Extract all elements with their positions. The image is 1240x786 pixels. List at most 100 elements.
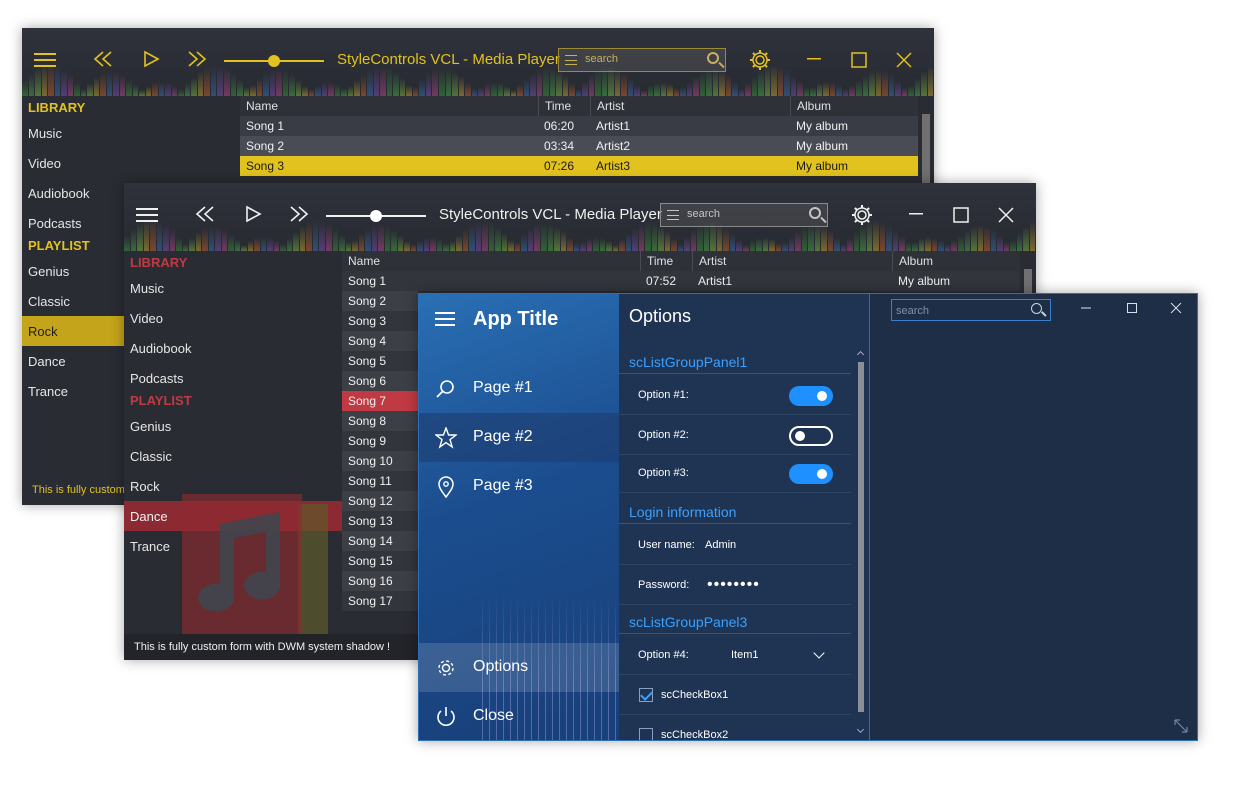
options-scrollbar[interactable] bbox=[855, 348, 867, 740]
option-4-dropdown[interactable]: Item1 bbox=[731, 647, 825, 661]
column-header-artist[interactable]: Artist bbox=[692, 251, 892, 271]
search-input[interactable]: search bbox=[891, 299, 1051, 321]
table-row[interactable]: Song 10 bbox=[342, 451, 418, 471]
column-header-name[interactable]: Name bbox=[240, 96, 538, 116]
search-input[interactable]: search bbox=[558, 48, 726, 72]
play-icon[interactable] bbox=[142, 50, 160, 74]
app-window: App Title Page #1 Page #2 Page #3 Option… bbox=[418, 293, 1198, 741]
cell-name: Song 3 bbox=[246, 159, 285, 173]
maximize-icon[interactable] bbox=[1122, 300, 1142, 316]
gear-icon[interactable] bbox=[851, 204, 873, 232]
column-header-time[interactable]: Time bbox=[538, 96, 590, 116]
table-row[interactable]: Song 11 bbox=[342, 471, 418, 491]
fast-forward-icon[interactable] bbox=[288, 205, 310, 229]
nav-item-page-3[interactable]: Page #3 bbox=[419, 462, 619, 511]
nav-item-options[interactable]: Options bbox=[419, 643, 619, 692]
window-title: StyleControls VCL - Media Player bbox=[439, 206, 662, 223]
sidebar-item-audiobook[interactable]: Audiobook bbox=[124, 333, 342, 363]
location-pin-icon bbox=[438, 476, 454, 498]
minimize-icon[interactable] bbox=[908, 203, 924, 229]
rewind-icon[interactable] bbox=[92, 50, 114, 74]
library-header: LIBRARY bbox=[28, 100, 86, 115]
title-bar[interactable]: StyleControls VCL - Media Player search bbox=[22, 28, 934, 96]
sidebar-item-music[interactable]: Music bbox=[22, 118, 240, 148]
playlist-item-genius[interactable]: Genius bbox=[124, 411, 342, 441]
nav-item-page-1[interactable]: Page #1 bbox=[419, 364, 619, 413]
username-value[interactable]: Admin bbox=[705, 539, 736, 551]
volume-slider-thumb[interactable] bbox=[268, 55, 280, 67]
column-header-time[interactable]: Time bbox=[640, 251, 692, 271]
search-icon bbox=[809, 207, 821, 219]
menu-icon[interactable] bbox=[34, 50, 56, 74]
checkbox-1[interactable] bbox=[639, 688, 653, 702]
table-row[interactable]: Song 7 bbox=[342, 391, 418, 411]
password-row: Password: •••••••• bbox=[619, 566, 851, 605]
nav-item-page-2[interactable]: Page #2 bbox=[419, 413, 619, 462]
rewind-icon[interactable] bbox=[194, 205, 216, 229]
navigation-pane: App Title Page #1 Page #2 Page #3 Option… bbox=[419, 294, 619, 740]
cell-album: My album bbox=[796, 119, 849, 133]
option-2-toggle[interactable] bbox=[789, 426, 833, 446]
username-row: User name: Admin bbox=[619, 526, 851, 565]
table-row[interactable]: Song 5 bbox=[342, 351, 418, 371]
minimize-icon[interactable] bbox=[806, 48, 822, 74]
option-4-row: Option #4: Item1 bbox=[619, 636, 851, 675]
volume-slider-thumb[interactable] bbox=[370, 210, 382, 222]
cell-artist: Artist1 bbox=[596, 119, 631, 133]
minimize-icon[interactable] bbox=[1076, 300, 1096, 316]
play-icon[interactable] bbox=[244, 205, 262, 229]
grid-header: Name Time Artist Album bbox=[240, 96, 934, 116]
gear-icon[interactable] bbox=[749, 49, 771, 77]
options-panel: Options scListGroupPanel1 Option #1: Opt… bbox=[619, 294, 869, 740]
maximize-icon[interactable] bbox=[953, 205, 969, 229]
fast-forward-icon[interactable] bbox=[186, 50, 208, 74]
table-row[interactable]: Song 9 bbox=[342, 431, 418, 451]
table-row[interactable]: Song 16 bbox=[342, 571, 418, 591]
cell-time: 07:26 bbox=[544, 159, 575, 173]
table-row[interactable]: Song 3 07:26 Artist3 My album bbox=[240, 156, 934, 176]
gear-icon bbox=[438, 660, 454, 676]
search-input[interactable]: search bbox=[660, 203, 828, 227]
maximize-icon[interactable] bbox=[851, 50, 867, 74]
scroll-up-icon[interactable] bbox=[856, 350, 865, 359]
table-row[interactable]: Song 6 bbox=[342, 371, 418, 391]
column-header-album[interactable]: Album bbox=[790, 96, 918, 116]
checkbox-2[interactable] bbox=[639, 728, 653, 740]
password-field[interactable]: •••••••• bbox=[707, 576, 760, 594]
table-row[interactable]: Song 4 bbox=[342, 331, 418, 351]
scroll-down-icon[interactable] bbox=[856, 725, 865, 734]
table-row[interactable]: Song 14 bbox=[342, 531, 418, 551]
power-icon bbox=[437, 707, 455, 726]
close-icon[interactable] bbox=[1166, 300, 1186, 316]
table-row[interactable]: Song 2 bbox=[342, 291, 418, 311]
close-icon[interactable] bbox=[998, 205, 1014, 229]
column-header-artist[interactable]: Artist bbox=[590, 96, 790, 116]
option-3-toggle[interactable] bbox=[789, 464, 833, 484]
nav-item-close[interactable]: Close bbox=[419, 692, 619, 740]
menu-icon[interactable] bbox=[136, 205, 158, 229]
cell-album: My album bbox=[796, 139, 849, 153]
table-row[interactable]: Song 8 bbox=[342, 411, 418, 431]
table-row[interactable]: Song 2 03:34 Artist2 My album bbox=[240, 136, 934, 156]
sidebar-item-video[interactable]: Video bbox=[22, 148, 240, 178]
table-row[interactable]: Song 17 bbox=[342, 591, 418, 611]
sidebar-item-music[interactable]: Music bbox=[124, 273, 342, 303]
table-row[interactable]: Song 1 07:52 Artist1 My album bbox=[342, 271, 1036, 291]
window-title: StyleControls VCL - Media Player bbox=[337, 51, 560, 68]
table-row[interactable]: Song 1 06:20 Artist1 My album bbox=[240, 116, 934, 136]
resize-grip-icon[interactable] bbox=[1173, 718, 1189, 734]
column-header-album[interactable]: Album bbox=[892, 251, 1020, 271]
table-row[interactable]: Song 13 bbox=[342, 511, 418, 531]
list-icon bbox=[667, 210, 679, 220]
column-header-name[interactable]: Name bbox=[342, 251, 640, 271]
title-bar[interactable]: StyleControls VCL - Media Player search bbox=[124, 183, 1036, 251]
search-icon bbox=[436, 380, 454, 398]
option-1-toggle[interactable] bbox=[789, 386, 833, 406]
table-row[interactable]: Song 3 bbox=[342, 311, 418, 331]
close-icon[interactable] bbox=[896, 50, 912, 74]
sidebar-item-video[interactable]: Video bbox=[124, 303, 342, 333]
playlist-item-classic[interactable]: Classic bbox=[124, 441, 342, 471]
table-row[interactable]: Song 15 bbox=[342, 551, 418, 571]
hamburger-menu-icon[interactable] bbox=[435, 312, 455, 326]
table-row[interactable]: Song 12 bbox=[342, 491, 418, 511]
